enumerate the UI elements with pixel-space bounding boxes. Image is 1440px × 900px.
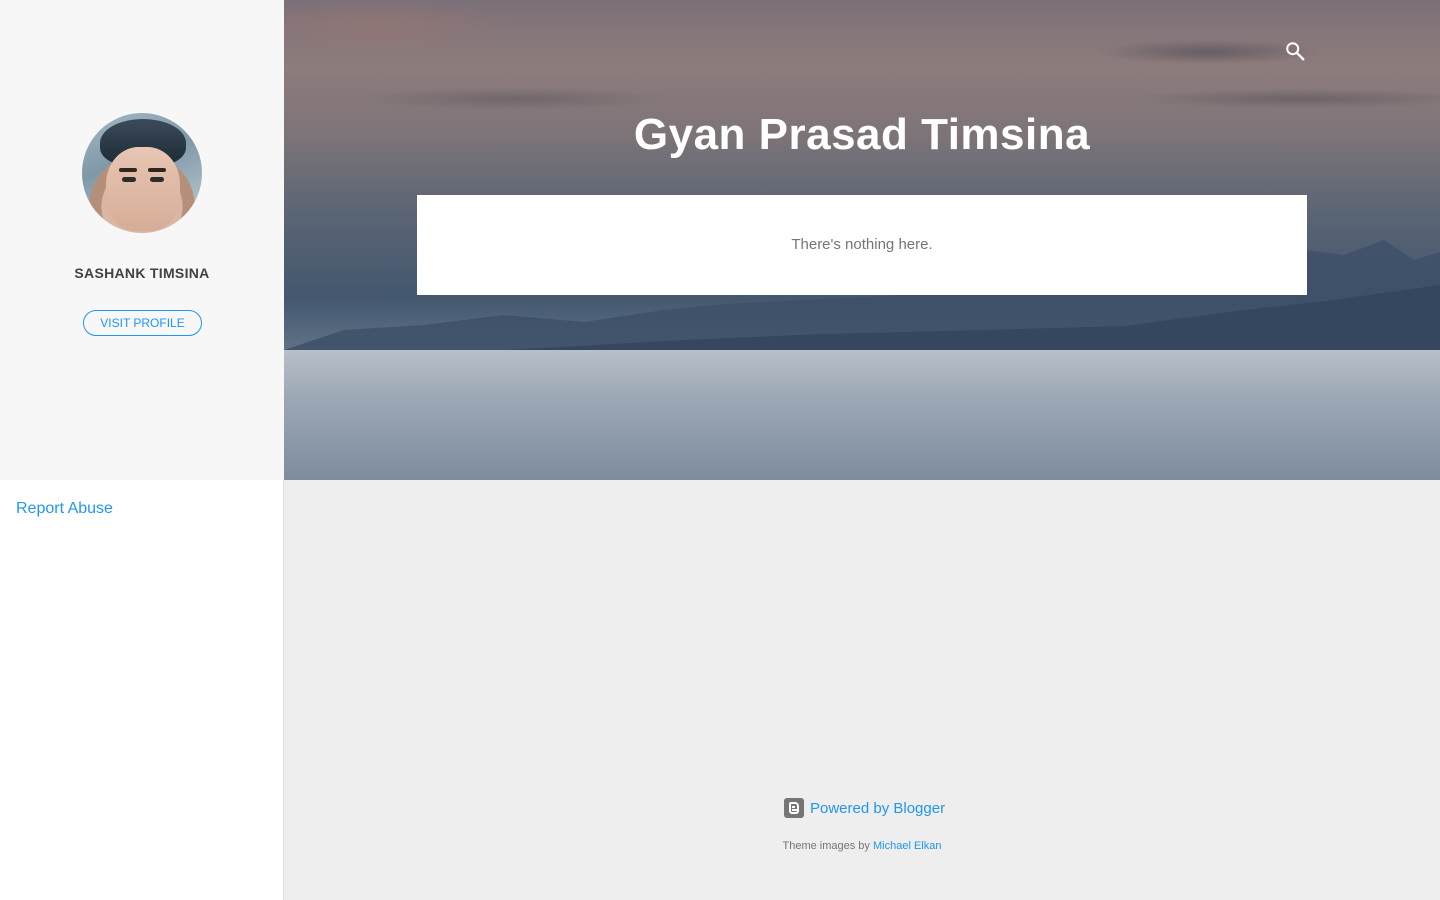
theme-author-link[interactable]: Michael Elkan <box>873 840 941 852</box>
blog-title[interactable]: Gyan Prasad Timsina <box>284 110 1440 160</box>
powered-by-label: Powered by Blogger <box>810 799 946 817</box>
visit-profile-button[interactable]: VISIT PROFILE <box>83 310 202 336</box>
header-hero: Gyan Prasad Timsina There's nothing here… <box>284 0 1440 480</box>
avatar-eye-left <box>122 177 136 182</box>
powered-by-blogger-link[interactable]: Powered by Blogger <box>784 798 945 818</box>
sidebar: SASHANK TIMSINA VISIT PROFILE Report Abu… <box>0 0 284 900</box>
avatar-brow-left <box>119 168 137 172</box>
empty-posts-card: There's nothing here. <box>417 195 1307 295</box>
avatar-face <box>106 147 180 231</box>
theme-credit-prefix: Theme images by <box>782 840 870 852</box>
empty-message: There's nothing here. <box>791 236 933 253</box>
profile-name[interactable]: SASHANK TIMSINA <box>0 265 284 281</box>
avatar-eye-right <box>150 177 164 182</box>
theme-credit: Theme images by Michael Elkan <box>0 840 1440 852</box>
search-icon[interactable] <box>1284 40 1306 62</box>
report-abuse-link[interactable]: Report Abuse <box>16 500 113 518</box>
blogger-logo-icon <box>784 798 804 818</box>
avatar-brow-right <box>148 168 166 172</box>
hero-dunes <box>284 350 1440 480</box>
avatar[interactable] <box>82 113 202 233</box>
blog-page: SASHANK TIMSINA VISIT PROFILE Report Abu… <box>0 0 1440 900</box>
profile-card: SASHANK TIMSINA VISIT PROFILE <box>0 0 284 480</box>
